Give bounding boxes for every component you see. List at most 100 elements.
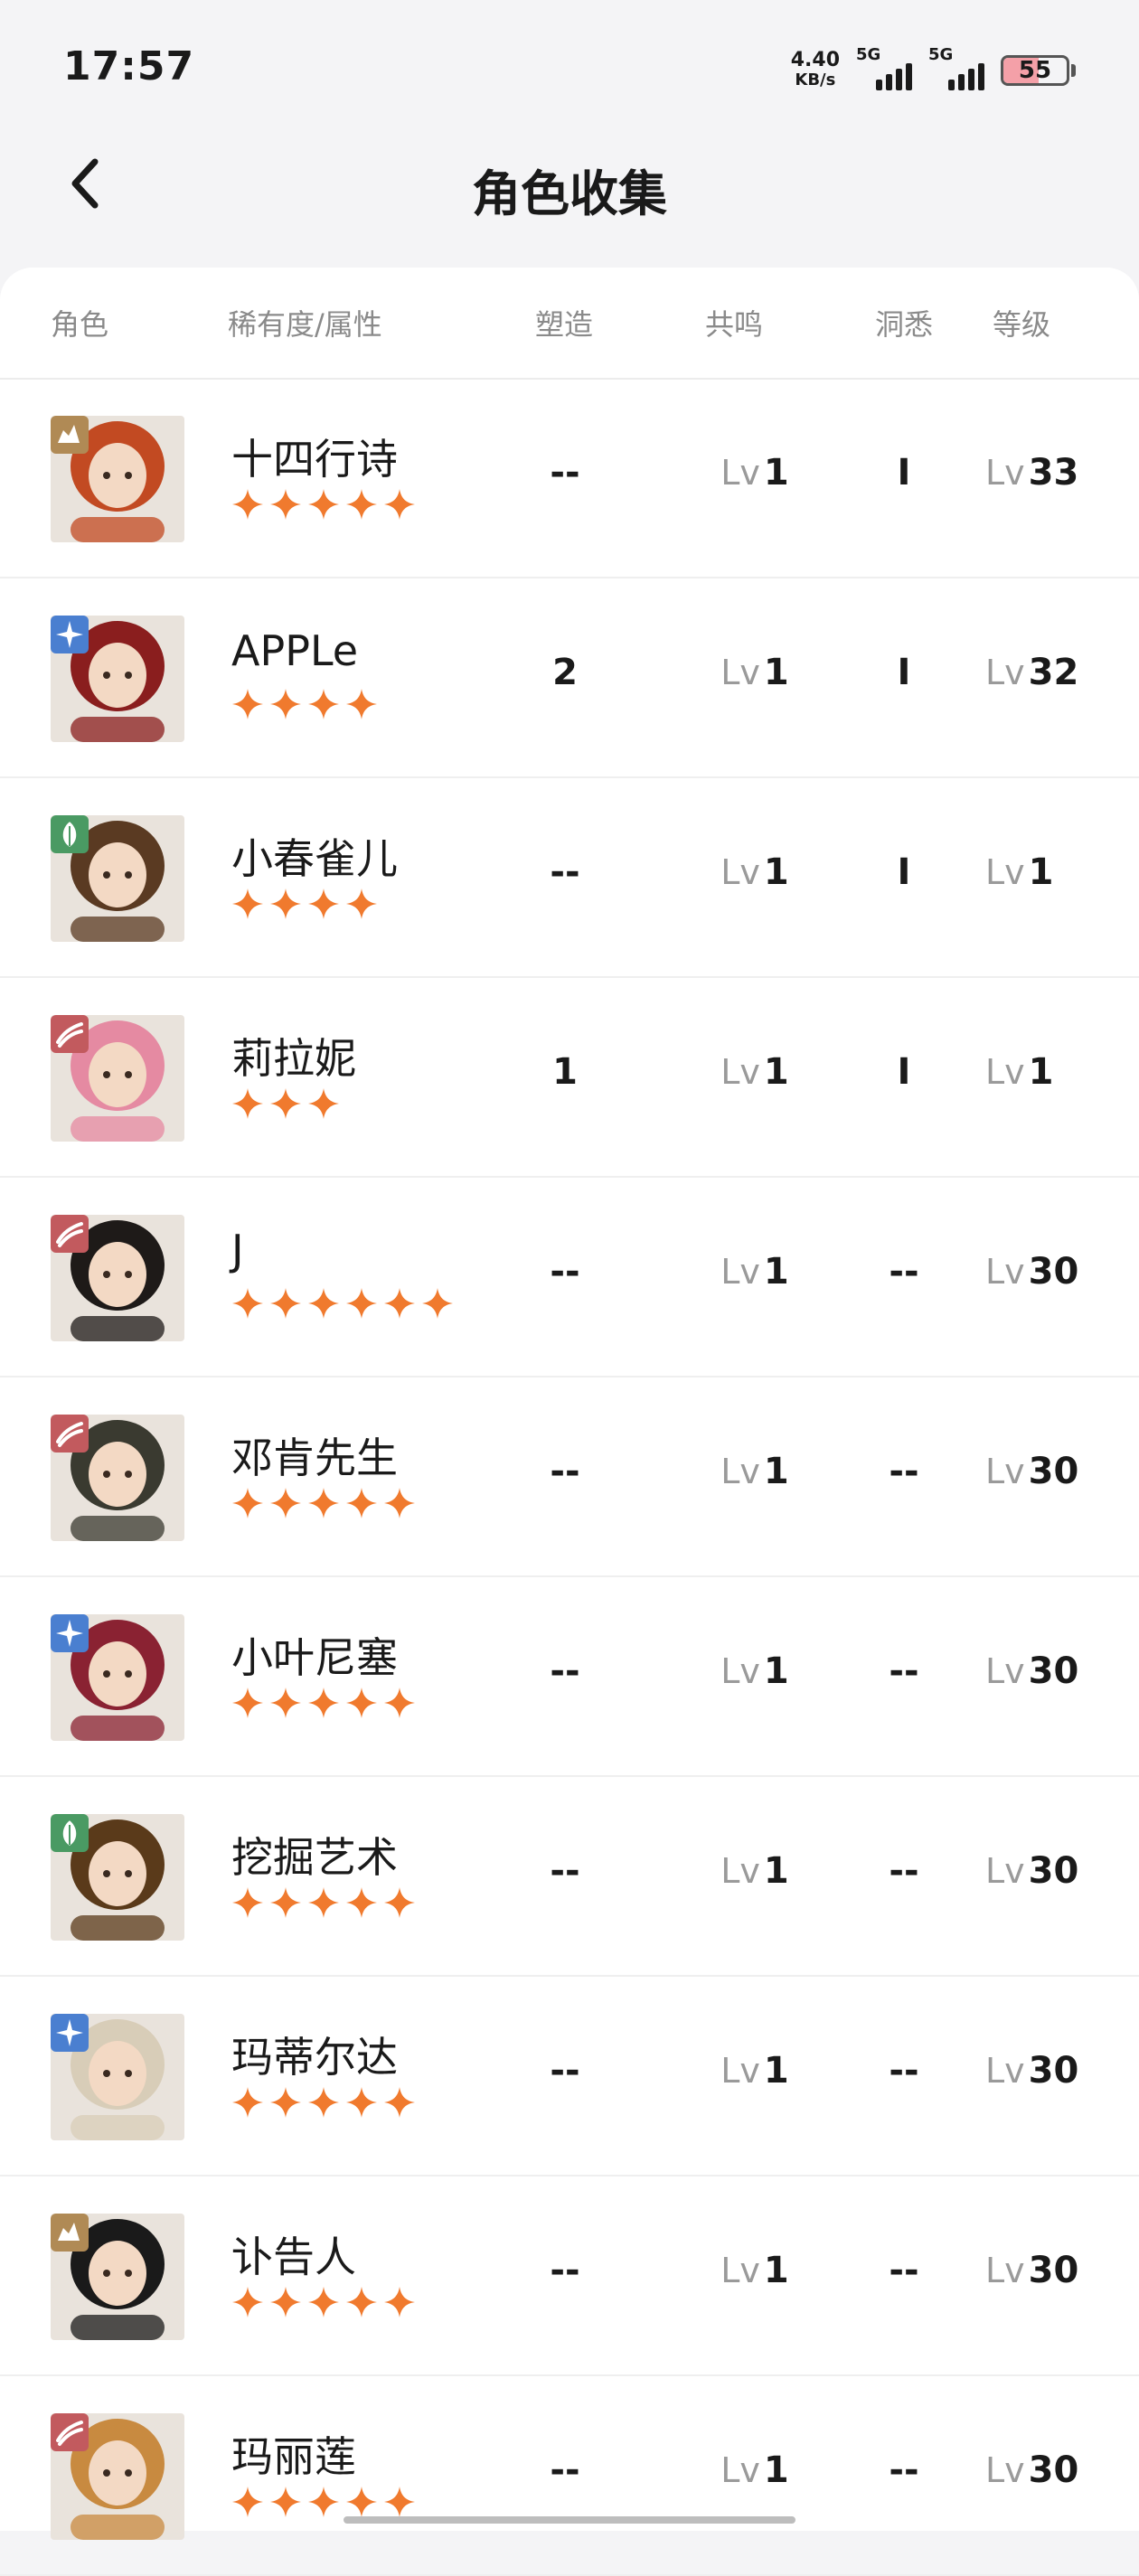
character-avatar[interactable] — [51, 815, 184, 942]
rarity-star-icon — [232, 1288, 263, 1319]
home-indicator[interactable] — [344, 2516, 795, 2524]
character-row[interactable]: 邓肯先生 -- Lv 1 -- Lv 30 — [0, 1378, 1139, 1577]
character-avatar[interactable] — [51, 2413, 184, 2540]
mineral-element-icon — [51, 2413, 89, 2451]
resonance-level: 1 — [763, 1451, 789, 1492]
character-name: 小春雀儿 — [231, 834, 398, 883]
insight-value: -- — [889, 1451, 919, 1492]
rarity-star-icon — [422, 1288, 453, 1319]
shaping-value: -- — [550, 452, 580, 494]
battery-nub — [1071, 64, 1076, 77]
rarity-stars — [231, 2086, 416, 2119]
level-value: Lv 30 — [985, 1850, 1121, 1892]
character-avatar[interactable] — [51, 1415, 184, 1541]
resonance-level: 1 — [763, 652, 789, 693]
rarity-star-icon — [384, 2087, 415, 2118]
rarity-star-icon — [270, 2087, 301, 2118]
rarity-star-icon — [270, 2287, 301, 2317]
character-row[interactable]: 莉拉妮 1 Lv 1 I Lv 1 — [0, 979, 1139, 1178]
character-row[interactable]: 讣告人 -- Lv 1 -- Lv 30 — [0, 2177, 1139, 2376]
character-row[interactable]: 小春雀儿 -- Lv 1 I Lv 1 — [0, 779, 1139, 978]
rarity-star-icon — [346, 1887, 377, 1918]
header-insight[interactable]: 洞悉 — [875, 302, 933, 343]
battery-level: 55 — [1018, 57, 1052, 84]
character-row[interactable]: J -- Lv 1 -- Lv 30 — [0, 1179, 1139, 1377]
character-row[interactable]: 玛丽莲 -- Lv 1 -- Lv 30 — [0, 2377, 1139, 2576]
character-row[interactable]: APPLe 2 Lv 1 I Lv 32 — [0, 579, 1139, 778]
character-level: 30 — [1028, 1850, 1079, 1892]
table-header: 角色 稀有度/属性 塑造 共鸣 洞悉 等级 — [0, 268, 1139, 380]
character-row[interactable]: 小叶尼塞 -- Lv 1 -- Lv 30 — [0, 1578, 1139, 1777]
resonance-value: Lv 1 — [687, 2449, 823, 2491]
rarity-star-icon — [270, 489, 301, 520]
rarity-star-icon — [346, 1488, 377, 1518]
insight-value: -- — [889, 2050, 919, 2092]
resonance-level: 1 — [763, 851, 789, 893]
lv-prefix: Lv — [985, 653, 1025, 692]
rarity-stars — [231, 1487, 416, 1519]
resonance-value: Lv 1 — [687, 452, 823, 494]
rarity-star-icon — [308, 1288, 339, 1319]
rarity-star-icon — [346, 489, 377, 520]
rarity-star-icon — [384, 1887, 415, 1918]
rarity-star-icon — [384, 1288, 415, 1319]
star-element-icon — [51, 2014, 89, 2052]
insight-value: I — [897, 1051, 911, 1093]
character-avatar[interactable] — [51, 1814, 184, 1941]
rarity-star-icon — [270, 1887, 301, 1918]
character-name: 小叶尼塞 — [231, 1633, 398, 1682]
resonance-value: Lv 1 — [687, 2050, 823, 2092]
insight-value: -- — [889, 2449, 919, 2491]
beast-element-icon — [51, 2214, 89, 2252]
character-row[interactable]: 玛蒂尔达 -- Lv 1 -- Lv 30 — [0, 1978, 1139, 2176]
network-speed-unit: KB/s — [795, 71, 836, 89]
shaping-value: 1 — [552, 1051, 578, 1093]
rarity-stars — [231, 1687, 416, 1719]
level-value: Lv 30 — [985, 2250, 1121, 2291]
header-character[interactable]: 角色 — [51, 302, 108, 343]
header-resonance[interactable]: 共鸣 — [705, 302, 763, 343]
header-rarity-attribute[interactable]: 稀有度/属性 — [228, 302, 382, 343]
lv-prefix: Lv — [985, 2450, 1025, 2490]
rarity-star-icon — [384, 2487, 415, 2517]
lv-prefix: Lv — [985, 1052, 1025, 1092]
resonance-level: 1 — [763, 1650, 789, 1692]
lv-prefix: Lv — [720, 2251, 760, 2290]
plant-element-icon — [51, 1814, 89, 1852]
rarity-star-icon — [232, 1688, 263, 1718]
resonance-value: Lv 1 — [687, 851, 823, 893]
character-row[interactable]: 十四行诗 -- Lv 1 I Lv 33 — [0, 380, 1139, 578]
lv-prefix: Lv — [720, 1651, 760, 1691]
character-level: 30 — [1028, 2250, 1079, 2291]
character-avatar[interactable] — [51, 1015, 184, 1142]
character-avatar[interactable] — [51, 2214, 184, 2340]
character-name: 玛蒂尔达 — [231, 2033, 398, 2082]
rarity-stars — [231, 688, 378, 720]
rarity-stars — [231, 888, 378, 920]
character-avatar[interactable] — [51, 1614, 184, 1741]
level-value: Lv 30 — [985, 2449, 1121, 2491]
rarity-star-icon — [270, 689, 301, 719]
sim1-network-label: 5G — [856, 45, 881, 64]
star-element-icon — [51, 1614, 89, 1652]
shaping-value: -- — [550, 1650, 580, 1692]
rarity-star-icon — [270, 1088, 301, 1119]
rarity-star-icon — [308, 888, 339, 919]
level-value: Lv 30 — [985, 1451, 1121, 1492]
character-avatar[interactable] — [51, 1215, 184, 1341]
rarity-star-icon — [232, 689, 263, 719]
rarity-star-icon — [270, 1488, 301, 1518]
header-shaping[interactable]: 塑造 — [535, 302, 593, 343]
character-level: 33 — [1028, 452, 1079, 494]
character-avatar[interactable] — [51, 416, 184, 542]
character-name: APPLe — [231, 626, 359, 675]
insight-value: I — [897, 452, 911, 494]
character-avatar[interactable] — [51, 2014, 184, 2140]
lv-prefix: Lv — [985, 1851, 1025, 1891]
character-avatar[interactable] — [51, 616, 184, 742]
header-level[interactable]: 等级 — [993, 302, 1050, 343]
level-value: Lv 1 — [985, 851, 1121, 893]
character-row[interactable]: 挖掘艺术 -- Lv 1 -- Lv 30 — [0, 1778, 1139, 1977]
rarity-stars — [231, 2486, 416, 2518]
battery-icon: 55 — [1001, 55, 1069, 86]
